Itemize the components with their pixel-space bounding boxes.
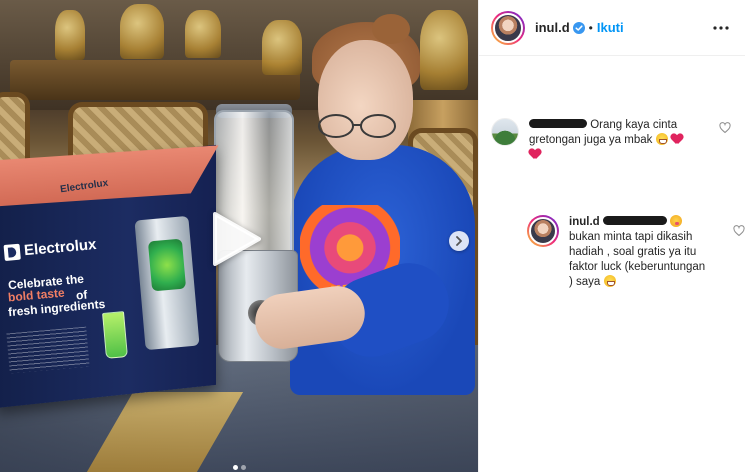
follow-button[interactable]: Ikuti [597, 20, 624, 35]
heart-outline-icon[interactable] [733, 225, 745, 237]
redacted-mention [602, 216, 667, 226]
commenter-avatar[interactable] [491, 118, 519, 146]
more-options-icon[interactable] [711, 18, 731, 38]
glasses [318, 114, 396, 138]
post-header: inul.d • Ikuti [479, 0, 745, 56]
avatar-image [529, 217, 557, 245]
comment: Orang kaya cinta gretongan juga ya mbak [491, 118, 731, 163]
box-blender-fruit [147, 238, 187, 292]
carousel-indicator [0, 465, 478, 470]
author-reply-avatar[interactable] [527, 215, 559, 247]
next-slide-button[interactable] [449, 231, 469, 251]
header-separator: • [588, 20, 593, 35]
person-face [318, 40, 413, 160]
person-hair-bun [372, 14, 410, 44]
electrolux-logo-icon [3, 243, 21, 261]
yum-emoji [670, 215, 683, 227]
author-avatar[interactable] [491, 10, 525, 45]
avatar-image [493, 12, 523, 43]
comment-body: inul.d bukan minta tapi dikasih hadiah ,… [569, 215, 709, 290]
post-side-panel: inul.d • Ikuti Orang kaya cinta gretonga… [478, 0, 745, 472]
heart-emoji [529, 149, 541, 160]
comments-list: Orang kaya cinta gretongan juga ya mbak … [479, 118, 745, 290]
grinning-emoji [603, 275, 616, 287]
carousel-dot [232, 465, 238, 470]
gold-statue [420, 10, 468, 90]
comment-body: Orang kaya cinta gretongan juga ya mbak [529, 118, 689, 163]
chevron-right-icon [456, 236, 462, 246]
heart-emoji [671, 134, 683, 145]
play-icon [213, 212, 261, 266]
gold-ornament [185, 10, 221, 58]
heart-outline-icon[interactable] [719, 122, 731, 134]
author-username[interactable]: inul.d [535, 20, 570, 35]
background-cabinet [10, 60, 300, 100]
verified-badge-icon [572, 21, 585, 34]
box-juice-glass [102, 311, 128, 359]
comment-reply: inul.d bukan minta tapi dikasih hadiah ,… [527, 215, 745, 290]
redacted-username [529, 119, 587, 129]
gold-ornament [55, 10, 85, 60]
post-media[interactable]: KENZO Electrolux Electrolux Celebrate th… [0, 0, 478, 472]
box-fine-print [6, 326, 90, 374]
reply-username[interactable]: inul.d [569, 216, 600, 228]
comment-text: bukan minta tapi dikasih hadiah , soal g… [569, 231, 706, 288]
instagram-post: KENZO Electrolux Electrolux Celebrate th… [0, 0, 745, 472]
gold-ornament [262, 20, 302, 75]
play-button[interactable] [206, 208, 268, 270]
gold-clock [120, 4, 164, 59]
carousel-dot [240, 465, 246, 470]
grinning-sweat-emoji [655, 133, 668, 145]
